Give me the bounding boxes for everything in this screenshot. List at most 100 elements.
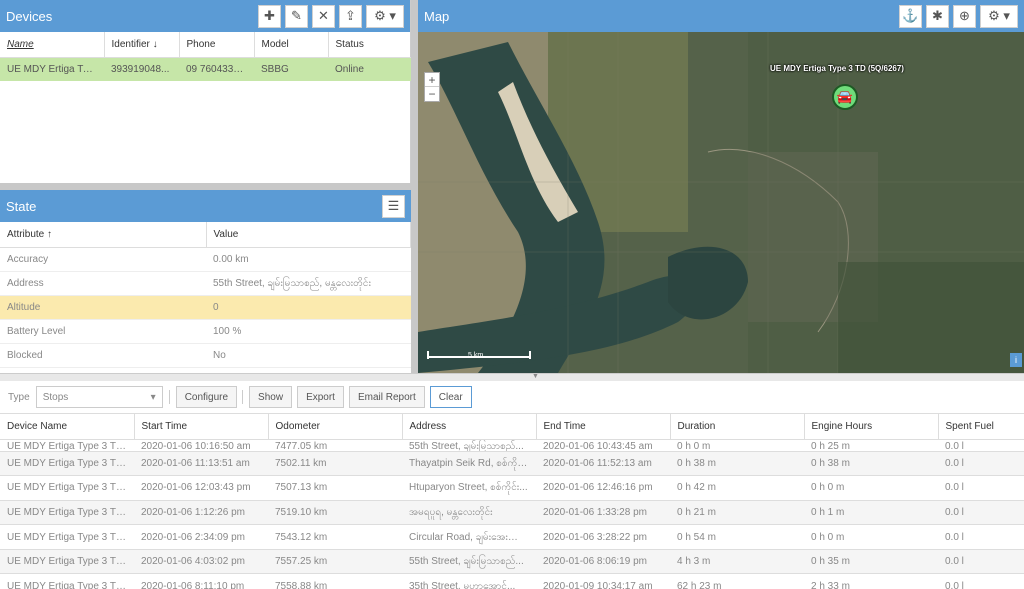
device-status: Online xyxy=(328,57,411,81)
cell-address: 55th Street, ချမ်းမြသာစည်... xyxy=(402,439,536,452)
vehicle-marker-label: UE MDY Ertiga Type 3 TD (5Q/6267) xyxy=(770,64,904,73)
report-type-select[interactable]: Stops ▾ xyxy=(35,386,163,408)
state-title: State xyxy=(6,198,37,214)
map-info-button[interactable]: i xyxy=(1010,353,1022,367)
devices-title: Devices xyxy=(6,8,53,24)
cell-start-time: 2020-01-06 1:12:26 pm xyxy=(134,500,268,526)
map-canvas[interactable]: + − UE MDY Ertiga Type 3 TD (5Q/6267) 🚘 … xyxy=(418,32,1024,373)
report-splitter[interactable]: ▼ xyxy=(0,373,1024,381)
cell-device-name: UE MDY Ertiga Type 3 TD ... xyxy=(0,573,134,589)
locate-button[interactable]: ⊕ xyxy=(953,4,976,28)
list-icon: ☰ xyxy=(387,198,400,213)
export-button[interactable]: Export xyxy=(297,386,344,408)
table-row[interactable]: UE MDY Ertiga Type 3 TD ... 2020-01-06 11… xyxy=(0,451,1024,477)
devices-settings-button[interactable]: ⚙ ▾ xyxy=(366,4,404,28)
column-header-start-time[interactable]: Start Time xyxy=(134,414,269,440)
column-header-end-time[interactable]: End Time xyxy=(536,414,671,440)
column-header-model[interactable]: Model xyxy=(254,32,329,58)
gear-icon: ⚙ ▾ xyxy=(988,8,1010,23)
state-row[interactable]: Battery Level 100 % xyxy=(0,319,411,344)
map-header: Map ⚓ ✱ ⊕ ⚙ ▾ xyxy=(418,0,1024,32)
device-row[interactable]: UE MDY Ertiga Type... 393919048... 09 76… xyxy=(0,57,411,81)
attribute-value: 0.00 km xyxy=(206,247,411,272)
cell-odometer: 7477.05 km xyxy=(268,439,402,452)
table-row[interactable]: UE MDY Ertiga Type 3 TD ... 2020-01-06 8:… xyxy=(0,573,1024,589)
table-row[interactable]: UE MDY Ertiga Type 3 TD ... 2020-01-06 2:… xyxy=(0,524,1024,550)
zoom-out-button[interactable]: − xyxy=(425,87,439,101)
table-row[interactable]: UE MDY Ertiga Type 3 TD ... 2020-01-06 4:… xyxy=(0,549,1024,575)
cell-start-time: 2020-01-06 4:03:02 pm xyxy=(134,549,268,575)
state-menu-button[interactable]: ☰ xyxy=(382,194,405,218)
device-name: UE MDY Ertiga Type... xyxy=(0,57,104,81)
stops-table: Device Name Start Time Odometer Address … xyxy=(0,414,1024,589)
state-table: Attribute ↑ Value Accuracy 0.00 km Addres… xyxy=(0,222,411,368)
column-header-value[interactable]: Value xyxy=(206,222,411,248)
column-header-name[interactable]: Name xyxy=(0,32,105,58)
horizontal-splitter[interactable] xyxy=(0,183,411,190)
geofence-button[interactable]: ⚓ xyxy=(899,4,922,28)
vehicle-marker[interactable]: 🚘 xyxy=(832,84,858,110)
cell-engine-hours: 0 h 38 m xyxy=(804,451,938,477)
table-row[interactable]: UE MDY Ertiga Type 3 TD ... 2020-01-06 1:… xyxy=(0,500,1024,526)
cell-duration: 0 h 54 m xyxy=(670,524,804,550)
cell-end-time: 2020-01-06 11:52:13 am xyxy=(536,451,670,477)
column-header-address[interactable]: Address xyxy=(402,414,537,440)
table-row[interactable]: UE MDY Ertiga Type 3 TD ... 2020-01-06 12… xyxy=(0,475,1024,501)
cell-duration: 0 h 38 m xyxy=(670,451,804,477)
cell-duration: 0 h 42 m xyxy=(670,475,804,501)
column-header-identifier[interactable]: Identifier ↓ xyxy=(104,32,180,58)
zoom-in-button[interactable]: + xyxy=(425,73,439,87)
divider xyxy=(242,390,244,404)
add-device-button[interactable]: ✚ xyxy=(258,4,281,28)
edit-device-button[interactable]: ✎ xyxy=(285,4,308,28)
column-header-spent-fuel[interactable]: Spent Fuel xyxy=(938,414,1024,440)
collapse-arrow-icon[interactable]: ▼ xyxy=(532,373,539,380)
report-body: UE MDY Ertiga Type 3 TD ... 2020-01-06 1… xyxy=(0,439,1024,589)
column-header-device-name[interactable]: Device Name xyxy=(0,414,135,440)
column-header-odometer[interactable]: Odometer xyxy=(268,414,403,440)
cell-device-name: UE MDY Ertiga Type 3 TD ... xyxy=(0,524,134,550)
cell-duration: 62 h 23 m xyxy=(670,573,804,589)
report-type-value: Stops xyxy=(42,391,69,403)
column-header-engine-hours[interactable]: Engine Hours xyxy=(804,414,939,440)
state-header: State ☰ xyxy=(0,190,411,222)
plus-icon: ✚ xyxy=(264,8,275,23)
cell-device-name: UE MDY Ertiga Type 3 TD ... xyxy=(0,475,134,501)
cell-odometer: 7519.10 km xyxy=(268,500,402,526)
cell-start-time: 2020-01-06 2:34:09 pm xyxy=(134,524,268,550)
cell-engine-hours: 0 h 0 m xyxy=(804,524,938,550)
cell-end-time: 2020-01-06 3:28:22 pm xyxy=(536,524,670,550)
cell-spent-fuel: 0.0 l xyxy=(938,549,1024,575)
vertical-splitter[interactable] xyxy=(411,0,418,373)
cell-end-time: 2020-01-06 8:06:19 pm xyxy=(536,549,670,575)
attribute-name: Accuracy xyxy=(0,247,206,272)
state-row[interactable]: Blocked No xyxy=(0,343,411,368)
cell-spent-fuel: 0.0 l xyxy=(938,451,1024,477)
email-report-button[interactable]: Email Report xyxy=(348,386,425,408)
devices-header: Devices ✚ ✎ ✕ ⇪ ⚙ ▾ xyxy=(0,0,410,32)
column-header-attribute[interactable]: Attribute ↑ xyxy=(0,222,207,248)
cell-start-time: 2020-01-06 12:03:43 pm xyxy=(134,475,268,501)
cell-duration: 4 h 3 m xyxy=(670,549,804,575)
column-header-phone[interactable]: Phone xyxy=(179,32,255,58)
state-row[interactable]: Altitude 0 xyxy=(0,295,411,320)
show-button[interactable]: Show xyxy=(249,386,293,408)
state-row[interactable]: Accuracy 0.00 km xyxy=(0,247,411,272)
state-row[interactable]: Address 55th Street, ချမ်းမြသာစည်, မန္တလေ… xyxy=(0,271,411,296)
column-header-status[interactable]: Status xyxy=(328,32,412,58)
identifier-label: Identifier xyxy=(111,38,150,50)
follow-button[interactable]: ✱ xyxy=(926,4,949,28)
cell-address: 55th Street, ချမ်းမြသာစည်... xyxy=(402,549,536,575)
map-settings-button[interactable]: ⚙ ▾ xyxy=(980,4,1018,28)
table-row[interactable]: UE MDY Ertiga Type 3 TD ... 2020-01-06 1… xyxy=(0,439,1024,452)
remove-device-button[interactable]: ✕ xyxy=(312,4,335,28)
configure-button[interactable]: Configure xyxy=(175,386,238,408)
attribute-value: 0 xyxy=(206,295,411,320)
cell-engine-hours: 0 h 35 m xyxy=(804,549,938,575)
upload-button[interactable]: ⇪ xyxy=(339,4,362,28)
column-header-duration[interactable]: Duration xyxy=(670,414,805,440)
clear-button[interactable]: Clear xyxy=(429,386,472,408)
devices-table: Name Identifier ↓ Phone Model Status UE … xyxy=(0,32,412,81)
cell-device-name: UE MDY Ertiga Type 3 TD ... xyxy=(0,451,134,477)
cell-engine-hours: 2 h 33 m xyxy=(804,573,938,589)
